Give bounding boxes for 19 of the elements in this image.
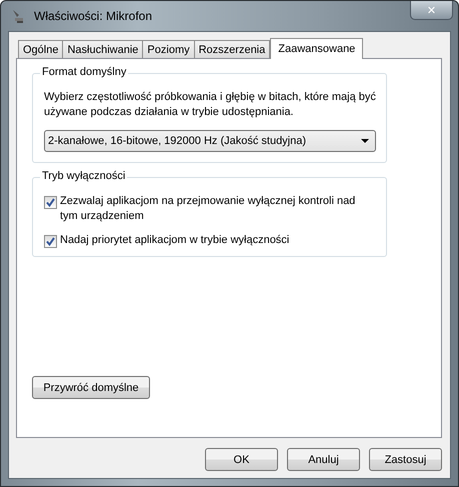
window-title: Właściwości: Mikrofon (34, 9, 152, 23)
checkbox[interactable] (44, 196, 57, 209)
caret-icon (361, 139, 369, 143)
format-dropdown[interactable]: 2-kanałowe, 16-bitowe, 192000 Hz (Jakość studyjna) (44, 130, 376, 152)
description-text: Wybierz częstotliwość próbkowania i głębię w bitach, które mają być używane podczas działania w trybie udostępniania. (44, 90, 376, 120)
tab[interactable]: Ogólne (18, 40, 64, 58)
group-title: Tryb wyłączności (40, 170, 128, 182)
tab[interactable]: Zaawansowane (270, 38, 364, 59)
dialog-button[interactable]: OK (205, 448, 278, 471)
tab[interactable]: Rozszerzenia (194, 40, 270, 58)
checkbox-label: Nadaj priorytet aplikacjom w trybie wyłączności (60, 233, 290, 248)
checkbox[interactable] (44, 235, 57, 248)
tab[interactable]: Nasłuchiwanie (62, 40, 144, 58)
dialog-button[interactable]: Zastosuj (369, 448, 442, 471)
tab[interactable]: Poziomy (142, 40, 195, 58)
checkbox-label: Zezwalaj aplikacjom na przejmowanie wyłącznej kontroli nad tym urządzeniem (60, 194, 356, 224)
dialog-button[interactable]: Anuluj (287, 448, 360, 471)
restore-defaults-button[interactable]: Przywróć domyślne (32, 376, 150, 399)
group-title: Format domyślny (40, 66, 128, 78)
